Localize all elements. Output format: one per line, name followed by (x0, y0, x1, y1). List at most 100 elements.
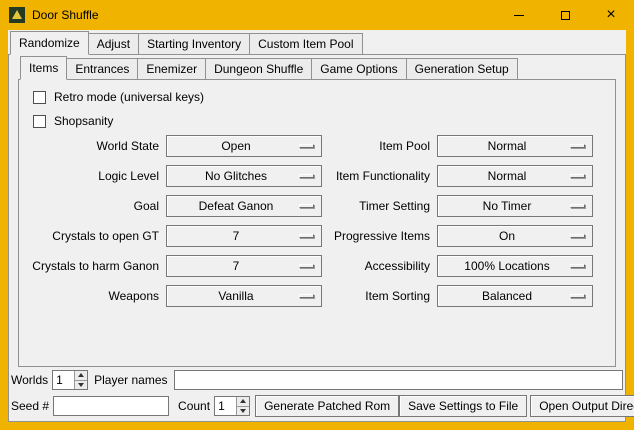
tab-items[interactable]: Items (20, 56, 67, 80)
timer-setting-value: No Timer (438, 199, 592, 213)
crystals-harm-ganon-dropdown[interactable]: 7 (166, 255, 322, 277)
seed-label: Seed # (11, 399, 53, 413)
dropdown-indicator-icon (570, 264, 585, 268)
dropdown-indicator-icon (299, 234, 314, 238)
shopsanity-checkbox[interactable] (33, 115, 46, 128)
crystals-open-gt-dropdown[interactable]: 7 (166, 225, 322, 247)
tab-enemizer[interactable]: Enemizer (137, 58, 206, 80)
worlds-label: Worlds (11, 373, 52, 387)
timer-setting-label: Timer Setting (322, 199, 437, 213)
option-row: Weapons Vanilla Item Sorting Balanced (19, 285, 615, 307)
tab-entrances[interactable]: Entrances (66, 58, 138, 80)
option-row: Goal Defeat Ganon Timer Setting No Timer (19, 195, 615, 217)
item-functionality-value: Normal (438, 169, 592, 183)
item-pool-value: Normal (438, 139, 592, 153)
item-functionality-dropdown[interactable]: Normal (437, 165, 593, 187)
accessibility-dropdown[interactable]: 100% Locations (437, 255, 593, 277)
count-spin-up-button[interactable] (237, 397, 249, 407)
progressive-items-dropdown[interactable]: On (437, 225, 593, 247)
dropdown-indicator-icon (299, 144, 314, 148)
progressive-items-value: On (438, 229, 592, 243)
tab-game-options[interactable]: Game Options (311, 58, 406, 80)
shopsanity-row: Shopsanity (33, 113, 615, 129)
world-state-value: Open (167, 139, 321, 153)
main-tab-bar: Randomize Adjust Starting Inventory Cust… (8, 32, 626, 55)
save-settings-button[interactable]: Save Settings to File (399, 395, 527, 417)
tab-dungeon-shuffle[interactable]: Dungeon Shuffle (205, 58, 312, 80)
count-spin-down-button[interactable] (237, 407, 249, 416)
item-sorting-value: Balanced (438, 289, 592, 303)
option-row: World State Open Item Pool Normal (19, 135, 615, 157)
inner-notebook: Items Entrances Enemizer Dungeon Shuffle… (18, 57, 616, 367)
minimize-button[interactable] (496, 0, 542, 30)
item-sorting-label: Item Sorting (322, 289, 437, 303)
logic-level-dropdown[interactable]: No Glitches (166, 165, 322, 187)
maximize-icon (561, 11, 570, 20)
client-area: Randomize Adjust Starting Inventory Cust… (8, 30, 626, 422)
crystals-open-gt-value: 7 (167, 229, 321, 243)
weapons-dropdown[interactable]: Vanilla (166, 285, 322, 307)
retro-mode-label: Retro mode (universal keys) (54, 90, 204, 104)
option-row: Logic Level No Glitches Item Functionali… (19, 165, 615, 187)
tab-randomize[interactable]: Randomize (10, 31, 89, 55)
retro-mode-row: Retro mode (universal keys) (33, 89, 615, 105)
sub-tab-bar: Items Entrances Enemizer Dungeon Shuffle… (18, 57, 616, 80)
item-functionality-label: Item Functionality (322, 169, 437, 183)
retro-mode-checkbox[interactable] (33, 91, 46, 104)
accessibility-label: Accessibility (322, 259, 437, 273)
bottom-controls: Worlds Player names (11, 370, 623, 417)
spin-up-icon (78, 373, 84, 377)
count-input[interactable] (215, 397, 236, 415)
close-icon: × (606, 7, 615, 23)
dropdown-indicator-icon (299, 174, 314, 178)
weapons-value: Vanilla (167, 289, 321, 303)
tab-adjust[interactable]: Adjust (88, 33, 139, 55)
player-names-label: Player names (88, 373, 173, 387)
crystals-open-gt-label: Crystals to open GT (19, 229, 166, 243)
dropdown-indicator-icon (299, 294, 314, 298)
timer-setting-dropdown[interactable]: No Timer (437, 195, 593, 217)
shopsanity-label: Shopsanity (54, 114, 113, 128)
item-pool-dropdown[interactable]: Normal (437, 135, 593, 157)
worlds-spin-down-button[interactable] (75, 381, 87, 390)
crystals-harm-ganon-value: 7 (167, 259, 321, 273)
randomize-pane: Items Entrances Enemizer Dungeon Shuffle… (8, 54, 626, 422)
world-state-label: World State (19, 139, 166, 153)
worlds-spinbox[interactable] (52, 370, 88, 390)
logic-level-value: No Glitches (167, 169, 321, 183)
dropdown-indicator-icon (299, 204, 314, 208)
items-pane: Retro mode (universal keys) Shopsanity W… (18, 79, 616, 367)
tab-starting-inventory[interactable]: Starting Inventory (138, 33, 250, 55)
close-button[interactable]: × (588, 0, 634, 30)
count-label: Count (169, 399, 214, 413)
seed-input[interactable] (53, 396, 169, 416)
worlds-spin-buttons (74, 371, 87, 389)
app-icon[interactable] (9, 7, 25, 23)
count-spinbox[interactable] (214, 396, 250, 416)
titlebar: Door Shuffle × (0, 0, 634, 30)
worlds-input[interactable] (53, 371, 74, 389)
dropdown-indicator-icon (299, 264, 314, 268)
tab-custom-item-pool[interactable]: Custom Item Pool (249, 33, 362, 55)
tab-generation-setup[interactable]: Generation Setup (406, 58, 518, 80)
worlds-spin-up-button[interactable] (75, 371, 87, 381)
world-state-dropdown[interactable]: Open (166, 135, 322, 157)
weapons-label: Weapons (19, 289, 166, 303)
maximize-button[interactable] (542, 0, 588, 30)
worlds-row: Worlds Player names (11, 370, 623, 390)
crystals-harm-ganon-label: Crystals to harm Ganon (19, 259, 166, 273)
item-sorting-dropdown[interactable]: Balanced (437, 285, 593, 307)
open-output-directory-button[interactable]: Open Output Directory (530, 395, 634, 417)
dropdown-indicator-icon (570, 204, 585, 208)
generate-patched-rom-button[interactable]: Generate Patched Rom (255, 395, 399, 417)
goal-label: Goal (19, 199, 166, 213)
goal-dropdown[interactable]: Defeat Ganon (166, 195, 322, 217)
spin-down-icon (240, 409, 246, 413)
dropdown-indicator-icon (570, 294, 585, 298)
spin-up-icon (240, 399, 246, 403)
option-row: Crystals to harm Ganon 7 Accessibility 1… (19, 255, 615, 277)
goal-value: Defeat Ganon (167, 199, 321, 213)
player-names-input[interactable] (174, 370, 624, 390)
option-row: Crystals to open GT 7 Progressive Items … (19, 225, 615, 247)
window-controls: × (496, 0, 634, 30)
